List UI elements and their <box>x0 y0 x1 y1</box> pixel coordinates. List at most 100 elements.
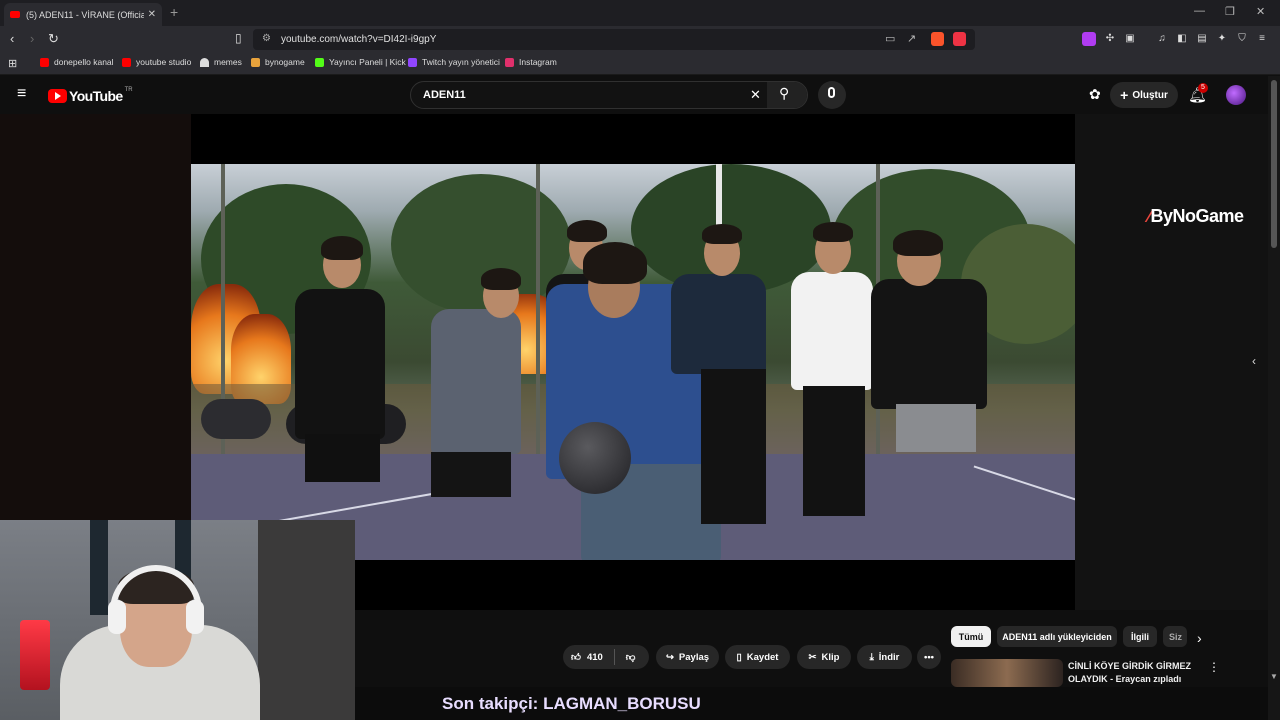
youtube-favicon-icon <box>10 11 20 18</box>
browser-tab[interactable]: (5) ADEN11 - VİRANE (Official Vi ✕ <box>4 3 162 26</box>
recommended-menu-icon[interactable]: ⋮ <box>1208 660 1220 674</box>
new-tab-icon[interactable]: + <box>170 4 178 20</box>
scissors-icon: ✂ <box>808 651 817 663</box>
bookmark-twitch[interactable]: Twitch yayın yönetici <box>408 57 500 67</box>
share-button[interactable]: ↪ Paylaş <box>656 645 719 669</box>
twitch-icon <box>408 57 417 67</box>
expand-panel-icon[interactable]: ‹ <box>1252 354 1256 368</box>
download-icon: ⤓ <box>869 651 874 663</box>
bookmark-memes[interactable]: memes <box>200 57 242 67</box>
thumbs-down-icon: 👎︎ <box>625 652 636 663</box>
memes-icon <box>200 57 209 67</box>
dislike-button[interactable]: 👎︎ <box>626 651 636 663</box>
apps-grid-icon[interactable]: ⊞ <box>8 57 17 70</box>
instagram-icon <box>505 57 514 67</box>
ai-sparkle-icon[interactable]: ✿ <box>1089 86 1101 103</box>
download-button[interactable]: ⤓ İndir <box>857 645 912 669</box>
save-button[interactable]: ▯ Kaydet <box>725 645 790 669</box>
scroll-down-icon[interactable]: ▼ <box>1270 672 1278 681</box>
voice-search-button[interactable] <box>818 81 846 109</box>
chip-from-uploader[interactable]: ADEN11 adlı yükleyiciden <box>997 626 1117 647</box>
clear-search-icon[interactable]: ✕ <box>750 87 761 103</box>
country-code: TR <box>124 87 133 93</box>
media-icon[interactable]: ♫ <box>1155 32 1169 46</box>
save-label: Kaydet <box>746 651 779 663</box>
bookmark-bynogame[interactable]: bynogame <box>251 57 305 67</box>
thumbs-up-icon: 👍︎ <box>571 652 581 663</box>
extension-purple-icon[interactable] <box>1082 32 1096 46</box>
sponsor-logo: ⁄ByNoGame <box>1148 206 1244 227</box>
bookmark-instagram[interactable]: Instagram <box>505 57 557 67</box>
restore-icon[interactable]: ❐ <box>1225 5 1235 18</box>
video-frame <box>191 164 1075 560</box>
extension-icon[interactable]: ▣ <box>1123 32 1137 46</box>
right-background-panel <box>1075 114 1268 610</box>
menu-icon[interactable]: ≡ <box>1255 32 1269 46</box>
sponsor-logo-text: ByNoGame <box>1150 206 1245 226</box>
scrollbar-thumb[interactable] <box>1271 80 1277 248</box>
recommended-title[interactable]: CİNLİ KÖYE GİRDİK GİRMEZ OLAYDIK - Erayc… <box>1068 660 1198 686</box>
bookmark-label: bynogame <box>265 57 305 67</box>
clip-button[interactable]: ✂ Klip <box>797 645 851 669</box>
brave-rewards-icon[interactable] <box>953 32 966 46</box>
bookmark-label: Twitch yayın yönetici <box>422 57 500 67</box>
sidebar-icon[interactable]: ◧ <box>1175 32 1189 46</box>
wallet-icon[interactable]: ▤ <box>1195 32 1209 46</box>
chips-next-icon[interactable]: › <box>1197 630 1202 646</box>
create-button[interactable]: + Oluştur <box>1110 82 1178 108</box>
address-bar[interactable]: ⚙ youtube.com/watch?v=DI42I-i9gpY ▭ ↗ <box>253 29 975 50</box>
bookmark-page-icon[interactable]: ▯ <box>235 31 242 45</box>
page-scrollbar[interactable]: ▼ <box>1268 76 1280 720</box>
minimize-icon[interactable]: — <box>1194 5 1205 17</box>
bookmark-label: youtube studio <box>136 57 192 67</box>
more-horizontal-icon: ••• <box>924 651 934 663</box>
cast-icon[interactable]: ▭ <box>885 32 895 45</box>
back-icon[interactable]: ‹ <box>10 31 14 46</box>
chip-all[interactable]: Tümü <box>951 626 991 647</box>
wall-banner <box>90 520 108 615</box>
chip-related[interactable]: İlgili <box>1123 626 1157 647</box>
avatar[interactable] <box>1226 85 1246 105</box>
left-background-panel <box>0 114 191 520</box>
forward-icon[interactable]: › <box>30 31 34 46</box>
window-close-icon[interactable]: ✕ <box>1256 5 1265 18</box>
youtube-logo[interactable]: YouTube TR <box>48 87 133 104</box>
search-button[interactable]: ⚲ <box>767 82 807 108</box>
close-tab-icon[interactable]: ✕ <box>148 9 156 20</box>
brave-shield-icon[interactable] <box>931 32 944 46</box>
chip-for-you[interactable]: Siz <box>1163 626 1187 647</box>
hamburger-menu-icon[interactable]: ≡ <box>17 85 26 103</box>
youtube-logo-text: YouTube <box>69 88 123 104</box>
extensions-puzzle-icon[interactable]: ✣ <box>1103 32 1117 46</box>
search-input[interactable]: ADEN11 <box>423 89 466 101</box>
lamp <box>20 620 50 690</box>
search-box[interactable]: ADEN11 ✕ ⚲ <box>410 81 808 109</box>
bookmark-label: donepello kanal <box>54 57 114 67</box>
bookmark-label: Yayıncı Paneli | Kick <box>329 57 406 67</box>
plus-icon: + <box>1120 87 1129 103</box>
notifications-button[interactable]: 🔔︎ 5 <box>1188 83 1208 105</box>
recommended-thumbnail[interactable] <box>951 659 1063 687</box>
reload-icon[interactable]: ↻ <box>48 31 59 47</box>
last-follower-text: Son takipçi: LAGMAN_BORUSU <box>442 694 701 713</box>
like-button[interactable]: 👍︎ 410 <box>571 651 603 664</box>
vpn-icon[interactable]: ⛉ <box>1235 32 1249 46</box>
bookmark-youtube-studio[interactable]: youtube studio <box>122 57 191 67</box>
last-follower-banner: Son takipçi: LAGMAN_BORUSU <box>355 687 1280 720</box>
clip-label: Klip <box>821 651 840 663</box>
microphone-icon <box>828 87 835 98</box>
browser-tab-bar: (5) ADEN11 - VİRANE (Official Vi ✕ + — ❐… <box>0 0 1280 26</box>
search-icon: ⚲ <box>779 85 790 101</box>
share-label: Paylaş <box>678 651 710 663</box>
more-actions-button[interactable]: ••• <box>917 645 941 669</box>
share-page-icon[interactable]: ↗ <box>907 32 916 45</box>
like-count: 410 <box>586 651 603 663</box>
bookmark-kick[interactable]: Yayıncı Paneli | Kick <box>315 57 406 67</box>
save-bookmark-icon: ▯ <box>736 651 742 663</box>
site-info-icon[interactable]: ⚙ <box>262 33 271 44</box>
bynogame-icon <box>251 57 260 67</box>
bookmark-donepello[interactable]: donepello kanal <box>40 57 114 67</box>
leo-ai-icon[interactable]: ✦ <box>1215 32 1229 46</box>
youtube-play-icon <box>48 89 67 103</box>
create-label: Oluştur <box>1132 89 1168 101</box>
